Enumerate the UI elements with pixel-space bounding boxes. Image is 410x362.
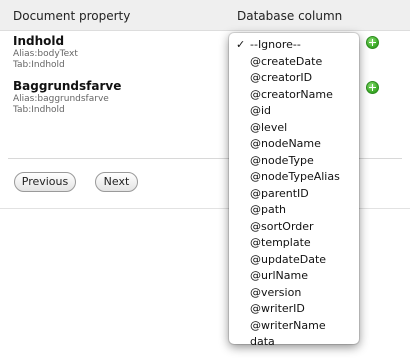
dropdown-option-label: @createDate — [250, 54, 323, 68]
dropdown-option-label: @version — [250, 285, 302, 299]
dropdown-option-label: @template — [250, 236, 311, 249]
dropdown-option[interactable]: @creatorName — [229, 87, 359, 104]
dropdown-option[interactable]: @creatorID — [229, 70, 359, 87]
table-header: Document property Database column — [0, 0, 410, 31]
dropdown-option-label: @nodeTypeAlias — [250, 170, 340, 183]
property-row: Indhold Alias:bodyText Tab:Indhold — [13, 34, 78, 71]
dropdown-option[interactable]: @parentID — [229, 186, 359, 203]
dropdown-option[interactable]: @sortOrder — [229, 219, 359, 236]
property-row: Baggrundsfarve Alias:baggrundsfarve Tab:… — [13, 79, 121, 116]
dropdown-option-label: @parentID — [250, 186, 309, 200]
dropdown-options: ✓ --Ignore-- @createDate @creatorID @creator… — [229, 37, 359, 351]
dropdown-option-label: @creatorID — [250, 71, 313, 84]
dropdown-option[interactable]: @nodeType — [229, 153, 359, 170]
dropdown-option[interactable]: @level — [229, 120, 359, 137]
checkmark-icon: ✓ — [236, 38, 246, 51]
dropdown-option[interactable]: @id — [229, 103, 359, 120]
dropdown-option[interactable]: @nodeTypeAlias — [229, 169, 359, 186]
previous-button[interactable]: Previous — [14, 172, 76, 192]
dropdown-option-label: @creatorName — [250, 87, 333, 101]
property-tab: Tab:Indhold — [13, 60, 65, 70]
dropdown-option-label: @path — [250, 203, 287, 216]
dropdown-option[interactable]: @template — [229, 235, 359, 252]
property-alias: Alias:bodyText — [13, 49, 78, 59]
plus-circle-icon[interactable] — [366, 36, 379, 49]
dropdown-option[interactable]: data — [229, 334, 359, 351]
property-alias: Alias:baggrundsfarve — [13, 94, 109, 104]
dropdown-option[interactable]: @nodeName — [229, 136, 359, 153]
next-button[interactable]: Next — [95, 172, 138, 192]
dropdown-option-label: data — [250, 335, 275, 348]
header-document-property: Document property — [13, 9, 131, 23]
dropdown-option-label: @nodeType — [250, 153, 314, 167]
database-column-dropdown[interactable]: ✓ --Ignore-- @createDate @creatorID @creator… — [229, 33, 359, 348]
property-tab: Tab:Indhold — [13, 105, 65, 115]
property-name: Baggrundsfarve — [13, 79, 122, 93]
header-database-column: Database column — [237, 9, 343, 23]
dropdown-option[interactable]: @writerName — [229, 318, 359, 335]
dropdown-option-label: --Ignore-- — [250, 38, 301, 51]
dropdown-option-label: @sortOrder — [250, 219, 314, 233]
property-name: Indhold — [13, 34, 65, 48]
dropdown-option[interactable]: @urlName — [229, 268, 359, 285]
dropdown-option[interactable]: @createDate — [229, 54, 359, 71]
plus-circle-icon[interactable] — [366, 81, 379, 94]
dropdown-option[interactable]: @updateDate — [229, 252, 359, 269]
dropdown-option[interactable]: ✓ --Ignore-- — [229, 37, 359, 54]
dropdown-option-label: @level — [250, 120, 288, 134]
dropdown-option-label: @writerName — [250, 318, 326, 332]
dropdown-option-label: @nodeName — [250, 137, 321, 150]
dropdown-option-label: @updateDate — [250, 252, 327, 266]
dropdown-option-label: @writerID — [250, 302, 305, 315]
dropdown-option-label: @urlName — [250, 269, 309, 282]
dropdown-option[interactable]: @writerID — [229, 301, 359, 318]
dropdown-option-label: @id — [250, 104, 272, 117]
dropdown-option[interactable]: @version — [229, 285, 359, 302]
dropdown-option[interactable]: @path — [229, 202, 359, 219]
